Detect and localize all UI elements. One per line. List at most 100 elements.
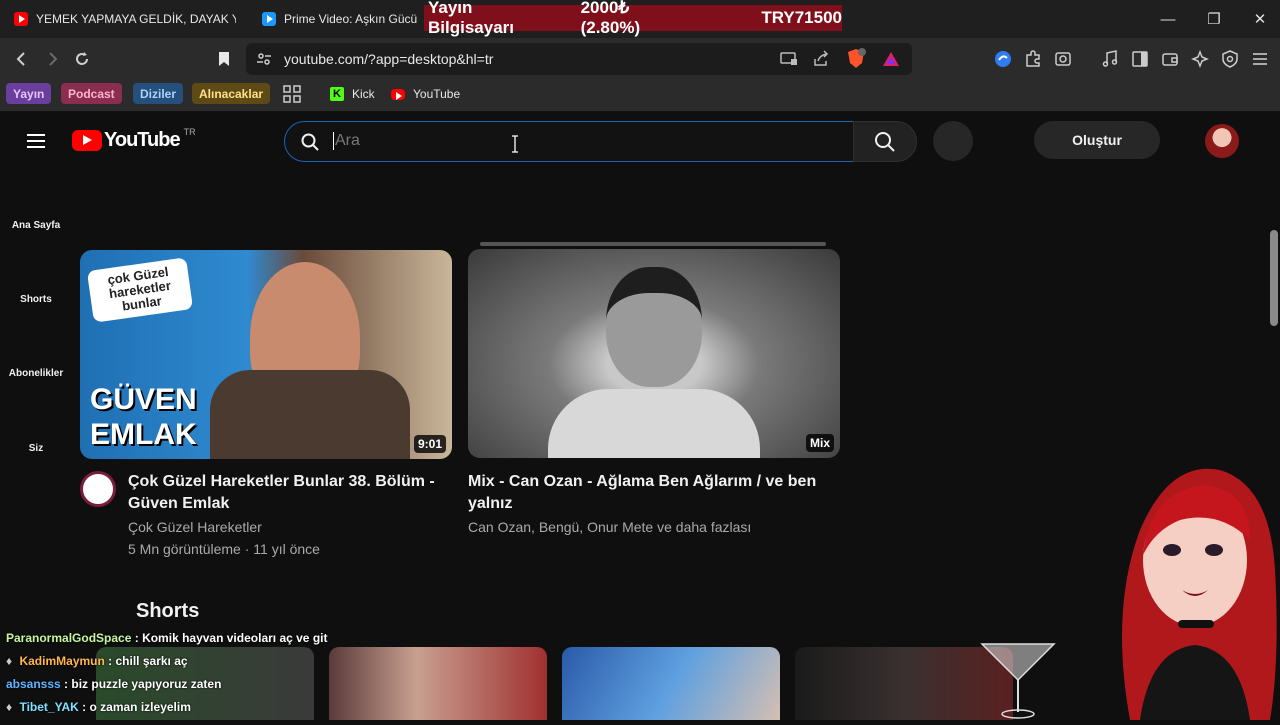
tab-label: Prime Video: Aşkın Gücü (284, 12, 418, 26)
search-input[interactable]: Ara (333, 132, 360, 150)
bookmark-kick[interactable]: K Kick (330, 84, 375, 104)
scrollbar[interactable] (1270, 230, 1278, 326)
bookmark-chip-podcast[interactable]: Podcast (61, 83, 122, 104)
voice-search-button[interactable] (933, 121, 973, 161)
channel-name[interactable]: Can Ozan, Bengü, Onur Mete ve daha fazla… (468, 519, 751, 535)
browser-tab-bar: YEMEK YAPMAYA GELDİK, DAYAK YE Prime Vid… (0, 0, 1280, 38)
chat-message: absansss : biz puzzle yapıyoruz zaten (6, 677, 221, 691)
music-icon[interactable] (1097, 46, 1123, 72)
mix-stack-edge (480, 242, 826, 246)
menu-icon[interactable] (1247, 46, 1273, 72)
thumb-person-shirt (548, 389, 760, 458)
video-thumbnail[interactable]: Mix (468, 249, 840, 458)
vpn-shield-icon[interactable] (1217, 46, 1243, 72)
thumb-person-shirt (210, 370, 410, 459)
url-text: youtube.com/?app=desktop&hl=tr (284, 51, 494, 67)
bookmark-chip-alinacaklar[interactable]: Alınacaklar (192, 83, 271, 104)
sidebar-item-home[interactable]: Ana Sayfa (0, 220, 72, 231)
chat-text: : o zaman izleyelim (82, 700, 191, 714)
overlay-title: Yayın Bilgisayarı (428, 0, 514, 37)
thumb-person-face (606, 267, 702, 387)
donation-goal-overlay: Yayın Bilgisayarı 2000₺ (2.80%) TRY71500 (424, 0, 842, 37)
text-cursor-icon (511, 135, 519, 158)
search-box[interactable]: Ara (284, 121, 854, 162)
chat-username: ParanormalGodSpace (6, 631, 132, 645)
chat-message: ♦ Tibet_YAK : o zaman izleyelim (6, 700, 191, 714)
overlay-goal: TRY71500 (761, 8, 842, 27)
chat-username: Tibet_YAK (19, 700, 79, 714)
video-title[interactable]: Mix - Can Ozan - Ağlama Ben Ağlarım / ve… (468, 471, 818, 515)
chat-text: : Komik hayvan videoları aç ve git (134, 631, 328, 645)
search-icon (875, 131, 895, 152)
forward-icon[interactable] (39, 46, 65, 72)
tab-label: YEMEK YAPMAYA GELDİK, DAYAK YE (36, 12, 236, 26)
sidebar-item-you[interactable]: Siz (0, 443, 72, 454)
chat-text: : biz puzzle yapıyoruz zaten (64, 677, 222, 691)
bookmark-chip-diziler[interactable]: Diziler (133, 83, 184, 104)
back-icon[interactable] (9, 46, 35, 72)
youtube-play-icon (72, 130, 102, 151)
apps-grid-icon[interactable] (283, 84, 301, 104)
bookmark-label: Kick (352, 87, 375, 101)
video-thumbnail[interactable]: çok Güzel hareketler bunlar GÜVEN EMLAK … (80, 250, 452, 459)
create-button[interactable]: Oluştur (1034, 121, 1160, 159)
sidebar-item-shorts[interactable]: Shorts (0, 294, 72, 305)
youtube-favicon-icon (14, 12, 28, 26)
prime-video-favicon-icon (262, 12, 276, 26)
bookmark-label: YouTube (413, 87, 461, 101)
tab-prime-video[interactable]: Prime Video: Aşkın Gücü (262, 0, 420, 38)
sidebar-icon[interactable] (1127, 46, 1153, 72)
bullet-icon: ♦ (6, 654, 13, 668)
overlay-price: 2000₺ (2.80%) (580, 0, 641, 37)
restore-icon[interactable]: ❐ (1191, 0, 1237, 38)
minimize-icon[interactable]: — (1145, 0, 1191, 38)
kick-logo-icon: K (330, 87, 344, 101)
brave-shield-icon[interactable] (846, 48, 866, 75)
short-thumbnail[interactable] (329, 647, 547, 720)
search-button[interactable] (853, 121, 917, 162)
avatar[interactable] (1205, 124, 1239, 158)
bullet-icon: ♦ (6, 700, 13, 714)
chat-message: ♦ KadimMaymun : chill şarkı aç (6, 654, 188, 668)
channel-name[interactable]: Çok Güzel Hareketler (128, 519, 262, 535)
chat-message: ParanormalGodSpace : Komik hayvan videol… (6, 631, 327, 645)
bookmark-chip-yayin[interactable]: Yayın (6, 83, 52, 104)
short-thumbnail[interactable] (562, 647, 780, 720)
screenshot-icon[interactable] (1050, 46, 1076, 72)
channel-avatar[interactable] (80, 471, 116, 507)
tab-yemek[interactable]: YEMEK YAPMAYA GELDİK, DAYAK YE (14, 0, 236, 38)
wallet-icon[interactable] (1157, 46, 1183, 72)
logo-text: YouTube (104, 129, 181, 151)
country-code: TR (183, 126, 196, 137)
shorts-heading: Shorts (136, 600, 200, 622)
address-bar[interactable]: youtube.com/?app=desktop&hl=tr (246, 43, 912, 75)
share-icon[interactable] (812, 50, 830, 73)
chat-username: KadimMaymun (19, 654, 105, 668)
search-icon (301, 133, 319, 156)
youtube-logo[interactable]: YouTube TR (72, 126, 196, 152)
extension-blue-icon[interactable] (990, 46, 1016, 72)
martini-glass-icon (978, 640, 1058, 720)
video-title[interactable]: Çok Güzel Hareketler Bunlar 38. Bölüm - … (128, 471, 438, 515)
mix-badge: Mix (805, 434, 834, 452)
hamburger-menu-icon[interactable] (24, 131, 48, 156)
bookmarks-bar: Yayın Podcast Diziler Alınacaklar K Kick… (0, 80, 1280, 112)
sidebar-item-subscriptions[interactable]: Abonelikler (0, 368, 72, 379)
extensions-puzzle-icon[interactable] (1020, 46, 1046, 72)
reload-icon[interactable] (69, 46, 95, 72)
chat-text: : chill şarkı aç (108, 654, 188, 668)
brave-rewards-icon[interactable] (882, 51, 900, 72)
site-settings-icon[interactable] (256, 51, 272, 72)
leo-ai-icon[interactable] (1187, 46, 1213, 72)
thumb-show-logo: çok Güzel hareketler bunlar (86, 257, 194, 323)
chat-username: absansss (6, 677, 61, 691)
close-icon[interactable]: ✕ (1237, 0, 1280, 38)
vtuber-avatar-image (1110, 460, 1280, 720)
bookmark-youtube[interactable]: YouTube (391, 84, 460, 104)
youtube-favicon-icon (391, 88, 405, 100)
bookmark-icon[interactable] (211, 46, 237, 72)
browser-toolbar: youtube.com/?app=desktop&hl=tr (0, 38, 1280, 80)
cast-icon[interactable] (780, 51, 798, 72)
youtube-page: YouTube TR Ara Oluştur Ana Sayfa Shorts … (0, 112, 1280, 720)
thumb-caption: GÜVEN EMLAK (90, 383, 197, 451)
